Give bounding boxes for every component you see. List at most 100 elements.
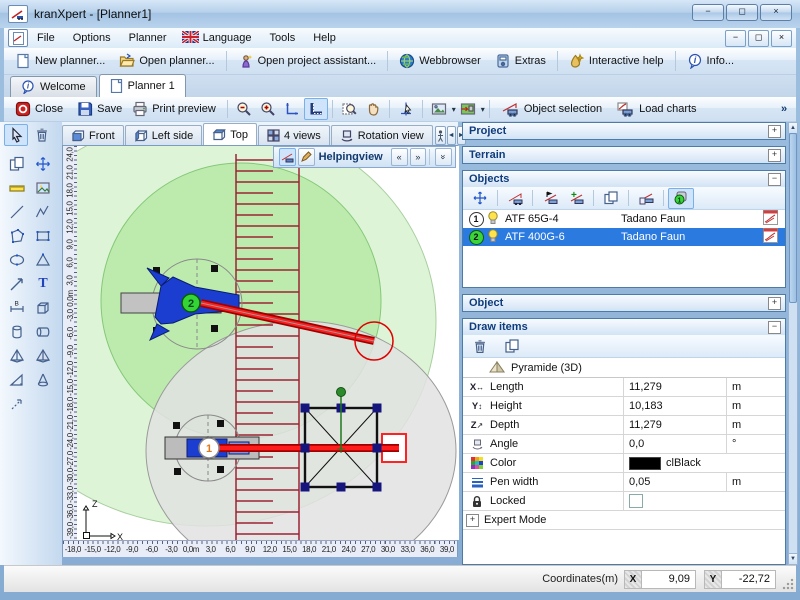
terrain-expand-icon[interactable]: + (768, 149, 781, 162)
pyramid-tool[interactable] (4, 344, 30, 368)
add-crane-button[interactable]: + (563, 188, 589, 209)
object1-loadchart-icon[interactable] (763, 210, 785, 228)
length-value[interactable]: 11,279 (623, 378, 726, 396)
zoom-in-button[interactable] (256, 98, 280, 120)
background-image-button[interactable] (456, 98, 480, 120)
load-charts-button[interactable]: Load charts (609, 98, 703, 120)
color-value[interactable]: clBlack (623, 454, 785, 472)
extras-button[interactable]: Extras (488, 50, 553, 72)
planner-doc-icon[interactable] (8, 29, 28, 47)
draw-items-header[interactable]: Draw items − (463, 319, 785, 335)
menu-file[interactable]: File (28, 30, 64, 46)
visibility-bulb-icon[interactable] (487, 229, 505, 246)
crane-button[interactable] (502, 188, 528, 209)
pen-width-value[interactable]: 0,05 (623, 473, 726, 491)
delete-crane-button[interactable] (633, 188, 659, 209)
object2-loadchart-icon[interactable] (763, 228, 785, 246)
triangle-tool[interactable] (30, 248, 56, 272)
scroll-down-arrow[interactable]: ▼ (789, 553, 797, 564)
delete-draw-item-button[interactable] (467, 336, 493, 357)
copy-object-button[interactable] (598, 188, 624, 209)
arrow-tool[interactable] (4, 272, 30, 296)
ellipse-tool[interactable] (4, 248, 30, 272)
object-header[interactable]: Object + (463, 295, 785, 311)
view-tab-4views[interactable]: 4 views (258, 125, 330, 145)
menu-planner[interactable]: Planner (120, 30, 176, 46)
copy-draw-item-button[interactable] (499, 336, 525, 357)
show-numbers-button[interactable]: 1 (668, 188, 694, 209)
resize-grip[interactable] (782, 578, 794, 590)
helpingview-collapse-button[interactable]: » (435, 148, 452, 166)
print-preview-button[interactable]: Print preview (125, 98, 223, 120)
view-prev-button[interactable]: ◄ (447, 126, 456, 145)
view-tab-front[interactable]: Front (62, 125, 124, 145)
menu-options[interactable]: Options (64, 30, 120, 46)
save-button[interactable]: SaveSaveSaveSaveSaveSaveSaveSaveSave (70, 98, 133, 120)
expert-mode-row[interactable]: + Expert Mode (463, 511, 785, 530)
select-tool[interactable] (4, 124, 28, 146)
project-expand-icon[interactable]: + (768, 125, 781, 138)
polyline-tool[interactable] (30, 200, 56, 224)
zoom-window-button[interactable] (337, 98, 361, 120)
image-tool[interactable] (30, 176, 56, 200)
view-image-button[interactable] (427, 98, 451, 120)
visibility-bulb-icon[interactable] (487, 211, 505, 228)
panel-scrollbar[interactable]: ▲ ▼ (788, 122, 798, 565)
view-tab-top[interactable]: Top (203, 123, 257, 145)
height-value[interactable]: 10,183 (623, 397, 726, 415)
walk-mode-button[interactable] (435, 126, 446, 145)
new-planner-button[interactable]: New planner... (8, 50, 112, 72)
measure-ruler-tool[interactable] (4, 176, 30, 200)
move-object-button[interactable] (467, 188, 493, 209)
open-planner-button[interactable]: Open planner... (112, 50, 221, 72)
terrain-header[interactable]: Terrain + (463, 147, 785, 163)
rectangle-tool[interactable] (30, 224, 56, 248)
expert-mode-expand-icon[interactable]: + (466, 514, 479, 527)
interactive-help-button[interactable]: Interactive help (562, 50, 671, 72)
wedge-tool[interactable] (4, 368, 30, 392)
delete-tool[interactable] (30, 124, 54, 146)
angle-value[interactable]: 0,0 (623, 435, 726, 453)
move-tool[interactable] (30, 152, 56, 176)
menu-language[interactable]: Language (199, 30, 261, 46)
axes-button[interactable] (280, 98, 304, 120)
drawing-canvas[interactable]: 24,021,018,015,012,09,06,03,00,0m-3,0-6,… (62, 145, 458, 557)
view-tab-left-side[interactable]: Left side (125, 125, 203, 145)
tab-planner1[interactable]: Planner 1 (99, 74, 186, 97)
object-expand-icon[interactable]: + (768, 297, 781, 310)
menu-help[interactable]: Help (304, 30, 345, 46)
line-tool[interactable] (4, 200, 30, 224)
mdi-close-button[interactable]: × (771, 30, 792, 47)
project-header[interactable]: Project + (463, 123, 785, 139)
object-row-1[interactable]: 1 ATF 65G-4 Tadano Faun (463, 210, 785, 228)
helpingview-crane-icon[interactable] (279, 148, 296, 166)
tab-welcome[interactable]: i Welcome (10, 76, 97, 97)
copy-tool[interactable] (4, 152, 30, 176)
minimize-button[interactable]: − (692, 4, 724, 21)
crane-flag-button[interactable] (537, 188, 563, 209)
dimension-3d-tool[interactable] (4, 392, 30, 416)
objects-collapse-icon[interactable]: − (768, 173, 781, 186)
polygon-tool[interactable] (4, 224, 30, 248)
background-image-dropdown[interactable]: ▾ (481, 105, 485, 114)
title-bar[interactable]: kranXpert - [Planner1] − ◻ × (0, 0, 800, 28)
text-tool[interactable]: T (30, 272, 56, 296)
view-tab-rotation[interactable]: Rotation view (331, 125, 433, 145)
cone-tool[interactable] (30, 368, 56, 392)
snap-cursor-button[interactable] (394, 98, 418, 120)
info-button[interactable]: i Info... (680, 50, 742, 72)
zoom-out-button[interactable] (232, 98, 256, 120)
maximize-button[interactable]: ◻ (726, 4, 758, 21)
x-coordinate-field[interactable]: X 9,09 (624, 570, 696, 589)
helpingview-prev-button[interactable]: « (391, 148, 408, 166)
webbrowser-button[interactable]: Webbrowser (392, 50, 488, 72)
helpingview-next-button[interactable]: » (410, 148, 427, 166)
cylinder-tool[interactable] (4, 320, 30, 344)
close-button[interactable]: × (760, 4, 792, 21)
open-project-assistant-button[interactable]: Open project assistant... (231, 50, 384, 72)
locked-checkbox[interactable] (629, 494, 643, 508)
helpingview-pen-icon[interactable] (298, 148, 315, 166)
close-planner-button[interactable]: Close (8, 98, 70, 120)
menu-tools[interactable]: Tools (261, 30, 305, 46)
toolbar-overflow-button[interactable]: » (772, 98, 796, 120)
